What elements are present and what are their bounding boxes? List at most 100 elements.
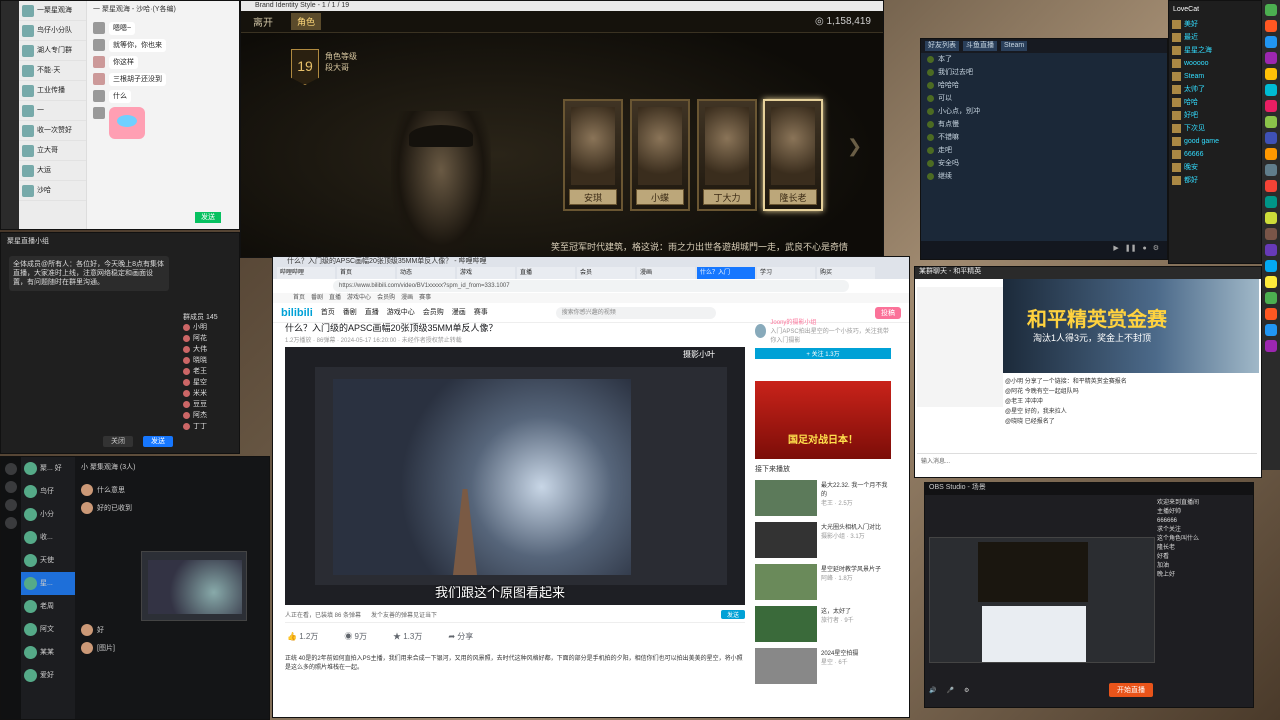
favorite-button[interactable]: ★ 1.3万 xyxy=(393,631,422,642)
bookmark[interactable]: 漫画 xyxy=(401,293,413,303)
volume-icon[interactable]: 🔊 xyxy=(929,687,936,694)
list-item[interactable]: 星星之海 xyxy=(1169,44,1261,57)
go-live-button[interactable]: 开始直播 xyxy=(1109,683,1153,697)
bookmark[interactable]: 赛事 xyxy=(419,293,431,303)
contacts-icon[interactable] xyxy=(5,481,17,493)
nav-link[interactable]: 赛事 xyxy=(474,308,488,317)
member-item[interactable]: 星空 xyxy=(183,377,239,388)
app-icon[interactable] xyxy=(1265,68,1277,80)
danmaku-input[interactable]: 发个友善的弹幕见证当下 xyxy=(371,610,437,619)
danmaku-send-button[interactable]: 发送 xyxy=(720,610,745,619)
group-icon[interactable] xyxy=(5,499,17,511)
bookmark[interactable]: 游戏中心 xyxy=(347,293,371,303)
tab-friends[interactable]: 好友列表 xyxy=(925,41,959,51)
app-icon[interactable] xyxy=(1265,308,1277,320)
bookmark[interactable]: 首页 xyxy=(293,293,305,303)
member-item[interactable]: 大伟 xyxy=(183,344,239,355)
list-item[interactable]: Steam xyxy=(1169,70,1261,83)
mic-icon[interactable]: ● xyxy=(1142,244,1146,256)
browser-tab[interactable]: 首页 xyxy=(337,267,395,279)
nav-link[interactable]: 番剧 xyxy=(343,308,357,317)
bilibili-logo[interactable]: bilibili xyxy=(281,307,313,319)
tab-douyu[interactable]: 斗鱼直播 xyxy=(963,41,997,51)
browser-tab[interactable]: 直播 xyxy=(517,267,575,279)
bookmark[interactable]: 番剧 xyxy=(311,293,323,303)
settings-icon[interactable]: ⚙ xyxy=(964,687,969,694)
conversation-item[interactable]: 天使 xyxy=(21,549,75,572)
browser-tab[interactable]: 漫画 xyxy=(637,267,695,279)
list-item[interactable]: 最近 xyxy=(1169,31,1261,44)
list-item[interactable]: 晚安 xyxy=(1169,161,1261,174)
coin-button[interactable]: ◉ 9万 xyxy=(344,631,367,642)
close-button[interactable]: 关闭 xyxy=(103,436,133,447)
conversation-item[interactable]: 阿文 xyxy=(21,618,75,641)
recommend-item[interactable]: 大光圈头相机入门对比 摄影小组 · 3.1万 xyxy=(755,522,891,558)
browser-tab[interactable]: 动态 xyxy=(397,267,455,279)
video-player[interactable]: 摄影小叶 我们跟这个原图看起来 xyxy=(285,347,745,605)
character-card-selected[interactable]: 隆长老 xyxy=(763,99,823,211)
nav-link[interactable]: 首页 xyxy=(321,308,335,317)
browser-tab[interactable]: 购买 xyxy=(817,267,875,279)
screenshot-image[interactable] xyxy=(141,551,247,621)
browser-tab[interactable]: 会员 xyxy=(577,267,635,279)
conversation-item-active[interactable]: 星... xyxy=(21,572,75,595)
member-item[interactable]: 丁丁 xyxy=(183,421,239,432)
browser-tab[interactable]: 哔哩哔哩 xyxy=(277,267,335,279)
app-icon[interactable] xyxy=(1265,116,1277,128)
character-card[interactable]: 小蝶 xyxy=(630,99,690,211)
conversation-item[interactable]: 老周 xyxy=(21,595,75,618)
list-item[interactable]: 66666 xyxy=(1169,148,1261,161)
settings-icon[interactable]: ⚙ xyxy=(1153,244,1159,256)
app-icon[interactable] xyxy=(1265,4,1277,16)
nav-link[interactable]: 漫画 xyxy=(452,308,466,317)
member-item[interactable]: 阿花 xyxy=(183,333,239,344)
member-item[interactable]: 阿杰 xyxy=(183,410,239,421)
list-item[interactable]: 太帅了 xyxy=(1169,83,1261,96)
app-icon[interactable] xyxy=(1265,228,1277,240)
nav-link[interactable]: 会员购 xyxy=(423,308,444,317)
list-item[interactable]: 好吧 xyxy=(1169,109,1261,122)
play-icon[interactable]: ▶ xyxy=(1113,244,1118,256)
app-icon[interactable] xyxy=(1265,84,1277,96)
app-icon[interactable] xyxy=(1265,148,1277,160)
like-button[interactable]: 👍 1.2万 xyxy=(287,631,318,642)
send-button[interactable]: 发送 xyxy=(143,436,173,447)
app-icon[interactable] xyxy=(1265,180,1277,192)
conversation-item[interactable]: 小分 xyxy=(21,503,75,526)
conversation-item[interactable]: 大运 xyxy=(19,161,86,181)
scene-preview[interactable] xyxy=(929,537,1155,663)
chevron-right-icon[interactable]: ❯ xyxy=(847,136,862,157)
conversation-item[interactable]: 鸟仔 xyxy=(21,480,75,503)
bookmark[interactable]: 直播 xyxy=(329,293,341,303)
app-icon[interactable] xyxy=(1265,20,1277,32)
message-input[interactable]: 输入消息... xyxy=(917,453,1257,473)
app-icon[interactable] xyxy=(1265,292,1277,304)
conversation-item[interactable]: 不能·天 xyxy=(19,61,86,81)
tab-steam[interactable]: Steam xyxy=(1001,41,1028,51)
recommend-item[interactable]: 星空延时教学风景片子 阿峰 · 1.8万 xyxy=(755,564,891,600)
star-icon[interactable] xyxy=(5,517,17,529)
tab-role[interactable]: 角色 xyxy=(291,13,322,30)
app-icon[interactable] xyxy=(1265,244,1277,256)
character-card[interactable]: 丁大力 xyxy=(697,99,757,211)
nav-link[interactable]: 直播 xyxy=(365,308,379,317)
conversation-item[interactable]: 聚... 好 xyxy=(21,457,75,480)
send-button[interactable]: 发送 xyxy=(195,212,221,223)
leave-button[interactable]: 离开 xyxy=(253,14,273,29)
member-item[interactable]: 米米 xyxy=(183,388,239,399)
share-button[interactable]: ➦ 分享 xyxy=(448,631,473,642)
conversation-item[interactable]: 沙哈 xyxy=(19,181,86,201)
browser-tab[interactable]: 游戏 xyxy=(457,267,515,279)
app-icon[interactable] xyxy=(1265,52,1277,64)
ad-banner[interactable]: 国足对战日本！ xyxy=(755,381,891,459)
search-input[interactable]: 搜索你感兴趣的视频 xyxy=(555,306,716,319)
member-item[interactable]: 晓晓 xyxy=(183,355,239,366)
mic-icon[interactable]: 🎤 xyxy=(946,687,953,694)
app-icon[interactable] xyxy=(1265,132,1277,144)
list-item[interactable]: 美好 xyxy=(1169,18,1261,31)
app-icon[interactable] xyxy=(1265,324,1277,336)
app-icon[interactable] xyxy=(1265,212,1277,224)
follow-button[interactable]: + 关注 1.3万 xyxy=(755,348,891,359)
list-item[interactable]: wooooo xyxy=(1169,57,1261,70)
conversation-item[interactable]: 鸟仔小分队 xyxy=(19,21,86,41)
